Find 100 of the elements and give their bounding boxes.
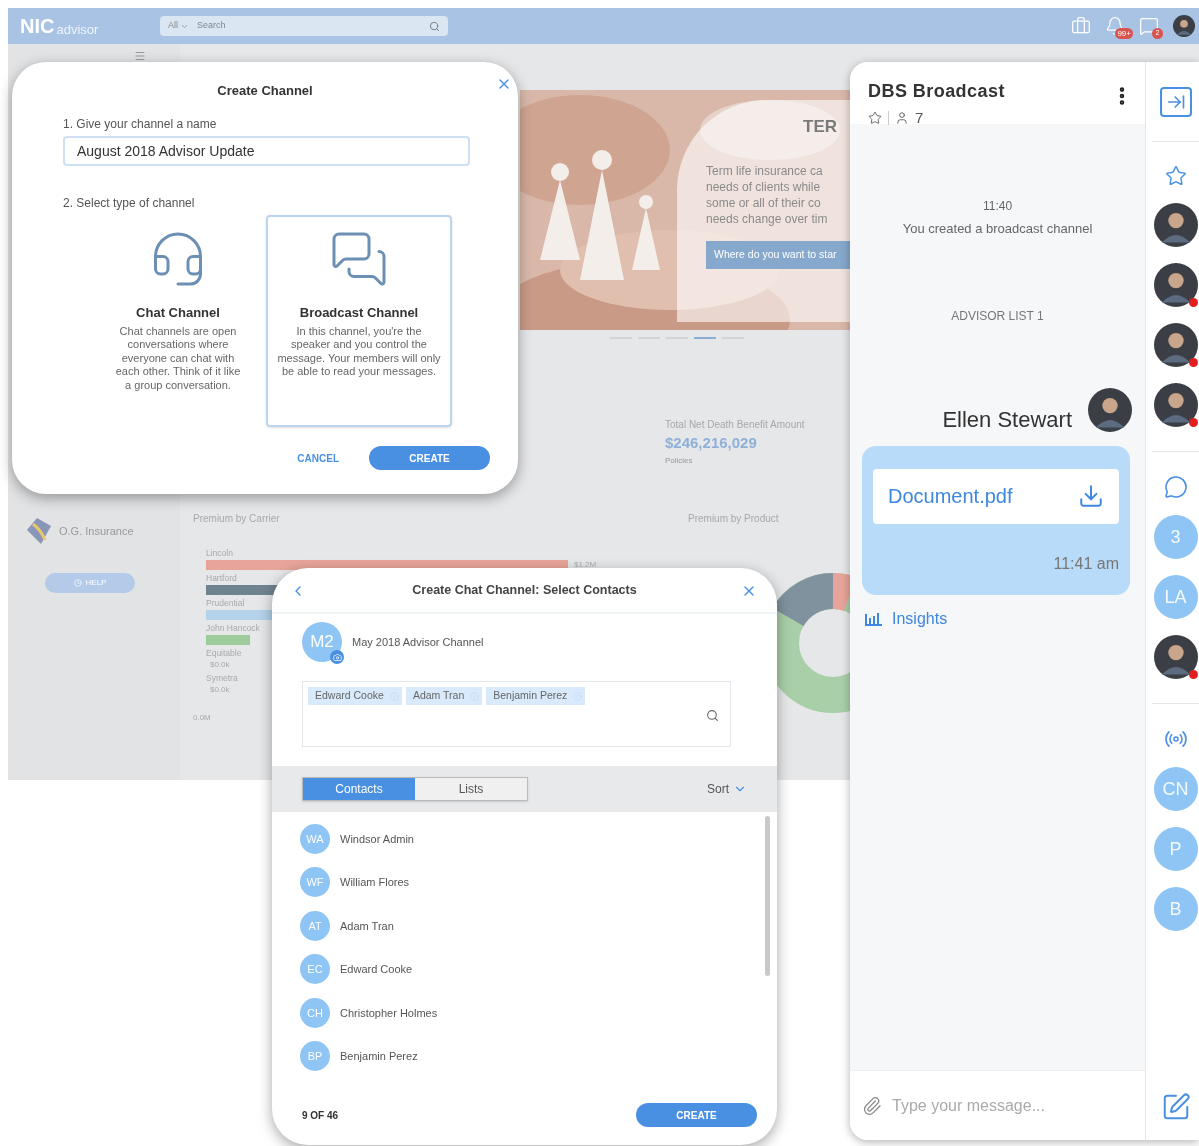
chat-icon[interactable] [1163, 475, 1188, 499]
avatar[interactable]: WA [300, 823, 330, 854]
avatar[interactable]: P [1153, 827, 1198, 871]
message-time: 11:41 am [1053, 553, 1119, 574]
contact-row[interactable]: WA Windsor Admin [300, 817, 438, 861]
avatar[interactable]: AT [300, 910, 330, 941]
list-label: ADVISOR LIST 1 [951, 307, 1044, 325]
avatar[interactable]: B [1153, 887, 1198, 931]
avatar[interactable] [1153, 635, 1198, 679]
search-field[interactable]: All Search [160, 16, 448, 36]
message-field[interactable]: Type your message... [892, 1093, 1145, 1118]
contact-chip[interactable]: Edward Cooke [308, 687, 402, 705]
avatar[interactable] [1153, 263, 1198, 307]
avatar[interactable]: EC [300, 954, 330, 985]
contact-row[interactable]: WF William Flores [300, 860, 438, 904]
avatar[interactable]: BP [300, 1041, 330, 1072]
contact-name: William Flores [340, 875, 410, 890]
scrollbar[interactable] [765, 816, 770, 976]
help-button[interactable]: HELP [45, 573, 135, 593]
channel-type-description: In this channel, you're the speaker and you control the message. Your members will only be able to read your messages. [276, 324, 442, 379]
cancel-button[interactable]: CANCEL [297, 450, 339, 466]
step-label: 1. Give your channel a name [63, 116, 218, 133]
avatar[interactable]: M2 [302, 622, 342, 662]
stat-value: $246,216,029 [665, 433, 757, 453]
recipients-field[interactable]: Edward Cooke Adam Tran Benjamin Perez [302, 681, 731, 747]
hero-text-line: some or all of their co [706, 195, 822, 211]
scope-dropdown[interactable]: All [168, 19, 189, 33]
dialog-title: Create Chat Channel: Select Contacts [412, 581, 637, 599]
contact-row[interactable]: EC Edward Cooke [300, 947, 438, 991]
logo-subtext: advisor [56, 23, 99, 36]
contact-name: Edward Cooke [340, 962, 413, 977]
sort-dropdown[interactable]: Sort [707, 780, 747, 798]
camera-badge[interactable] [330, 650, 344, 664]
search-icon[interactable] [706, 709, 719, 722]
avatar[interactable] [1153, 203, 1198, 247]
download-icon[interactable] [1078, 482, 1104, 510]
channel-name-field[interactable]: August 2018 Advisor Update [63, 136, 470, 166]
avatar[interactable]: CH [300, 997, 330, 1028]
list-tab[interactable]: Lists [415, 778, 527, 800]
contact-row[interactable]: BP Benjamin Perez [300, 1034, 438, 1078]
avatar[interactable] [1173, 15, 1195, 37]
menu-icon[interactable] [134, 50, 146, 62]
hero-button[interactable]: Where do you want to star [706, 241, 850, 269]
channel-type-title: Broadcast Channel [299, 304, 419, 322]
member-count: 7 [915, 110, 924, 125]
channel-type-title: Chat Channel [136, 304, 220, 322]
list-tab[interactable]: Contacts [303, 778, 415, 800]
channel-type-card[interactable]: Broadcast Channel In this channel, you're the speaker and you control the message. Your members will only be able to read your messages. [266, 215, 452, 427]
contact-name: Windsor Admin [340, 831, 414, 847]
contact-name: Christopher Holmes [340, 1005, 438, 1021]
search-icon[interactable] [429, 20, 440, 32]
bar-chart-icon [865, 611, 882, 626]
create-button[interactable]: CREATE [369, 446, 490, 470]
contact-name: Benjamin Perez [340, 1049, 418, 1064]
axis-label: 0.0M [193, 711, 212, 724]
clock-icon [73, 579, 82, 587]
dialog-title: Create Channel [217, 81, 313, 100]
channel-type-description: Chat channels are open conversations where everyone can chat with each other. Think of it like a group conversation. [114, 324, 242, 392]
logo-text: NIC [20, 16, 55, 36]
file-name: Document.pdf [888, 484, 1013, 509]
hero-title: TER [803, 118, 838, 135]
channel-name: May 2018 Advisor Channel [352, 634, 484, 650]
sender-name: Ellen Stewart [942, 405, 1072, 434]
hero-text-line: needs of clients while [706, 179, 822, 195]
hero-text-line: needs change over tim [706, 211, 829, 227]
carrier-label: Equitable [206, 647, 242, 659]
star-icon[interactable] [868, 110, 882, 125]
insights-link[interactable]: Insights [865, 606, 948, 631]
hero-text-line: Term life insurance ca [706, 163, 824, 179]
notification-badge: 99+ [1115, 28, 1133, 39]
step-label: 2. Select type of channel [63, 195, 196, 212]
avatar[interactable]: 3 [1153, 515, 1198, 559]
member-icon [895, 110, 909, 125]
avatar[interactable] [1153, 323, 1198, 367]
contact-chip[interactable]: Benjamin Perez [486, 687, 586, 705]
carrier-label: Lincoln [206, 547, 233, 559]
search-input[interactable]: Search [197, 19, 421, 33]
brand-name: O.G. Insurance [59, 523, 134, 539]
carrier-label: Prudential [206, 597, 245, 609]
channel-type-card[interactable]: Chat Channel Chat channels are open conversations where everyone can chat with each other. Think of it like a group conversation. [102, 215, 254, 427]
contact-row[interactable]: AT Adam Tran [300, 904, 438, 948]
briefcase-icon[interactable] [1071, 16, 1091, 36]
create-button[interactable]: CREATE [636, 1103, 757, 1127]
contact-chip[interactable]: Adam Tran [405, 687, 483, 705]
message-time: 11:40 [982, 198, 1013, 215]
avatar[interactable]: WF [300, 867, 330, 898]
system-message: You created a broadcast channel [902, 220, 1093, 238]
stat-label: Total Net Death Benefit Amount [665, 418, 805, 432]
avatar[interactable]: CN [1153, 767, 1198, 811]
stat-caption: Policies [665, 454, 693, 467]
star-icon[interactable] [1164, 165, 1187, 187]
chart-title: Premium by Carrier [193, 511, 281, 526]
avatar[interactable]: LA [1153, 575, 1198, 619]
collapse-icon[interactable] [1159, 87, 1192, 117]
file-attachment[interactable]: Document.pdf [873, 468, 1119, 524]
avatar[interactable] [1153, 383, 1198, 427]
composer-bar[interactable]: Type your message... [850, 1070, 1145, 1140]
chart-title: Premium by Product [688, 511, 780, 526]
avatar[interactable] [1088, 388, 1132, 432]
contact-row[interactable]: CH Christopher Holmes [300, 991, 438, 1035]
